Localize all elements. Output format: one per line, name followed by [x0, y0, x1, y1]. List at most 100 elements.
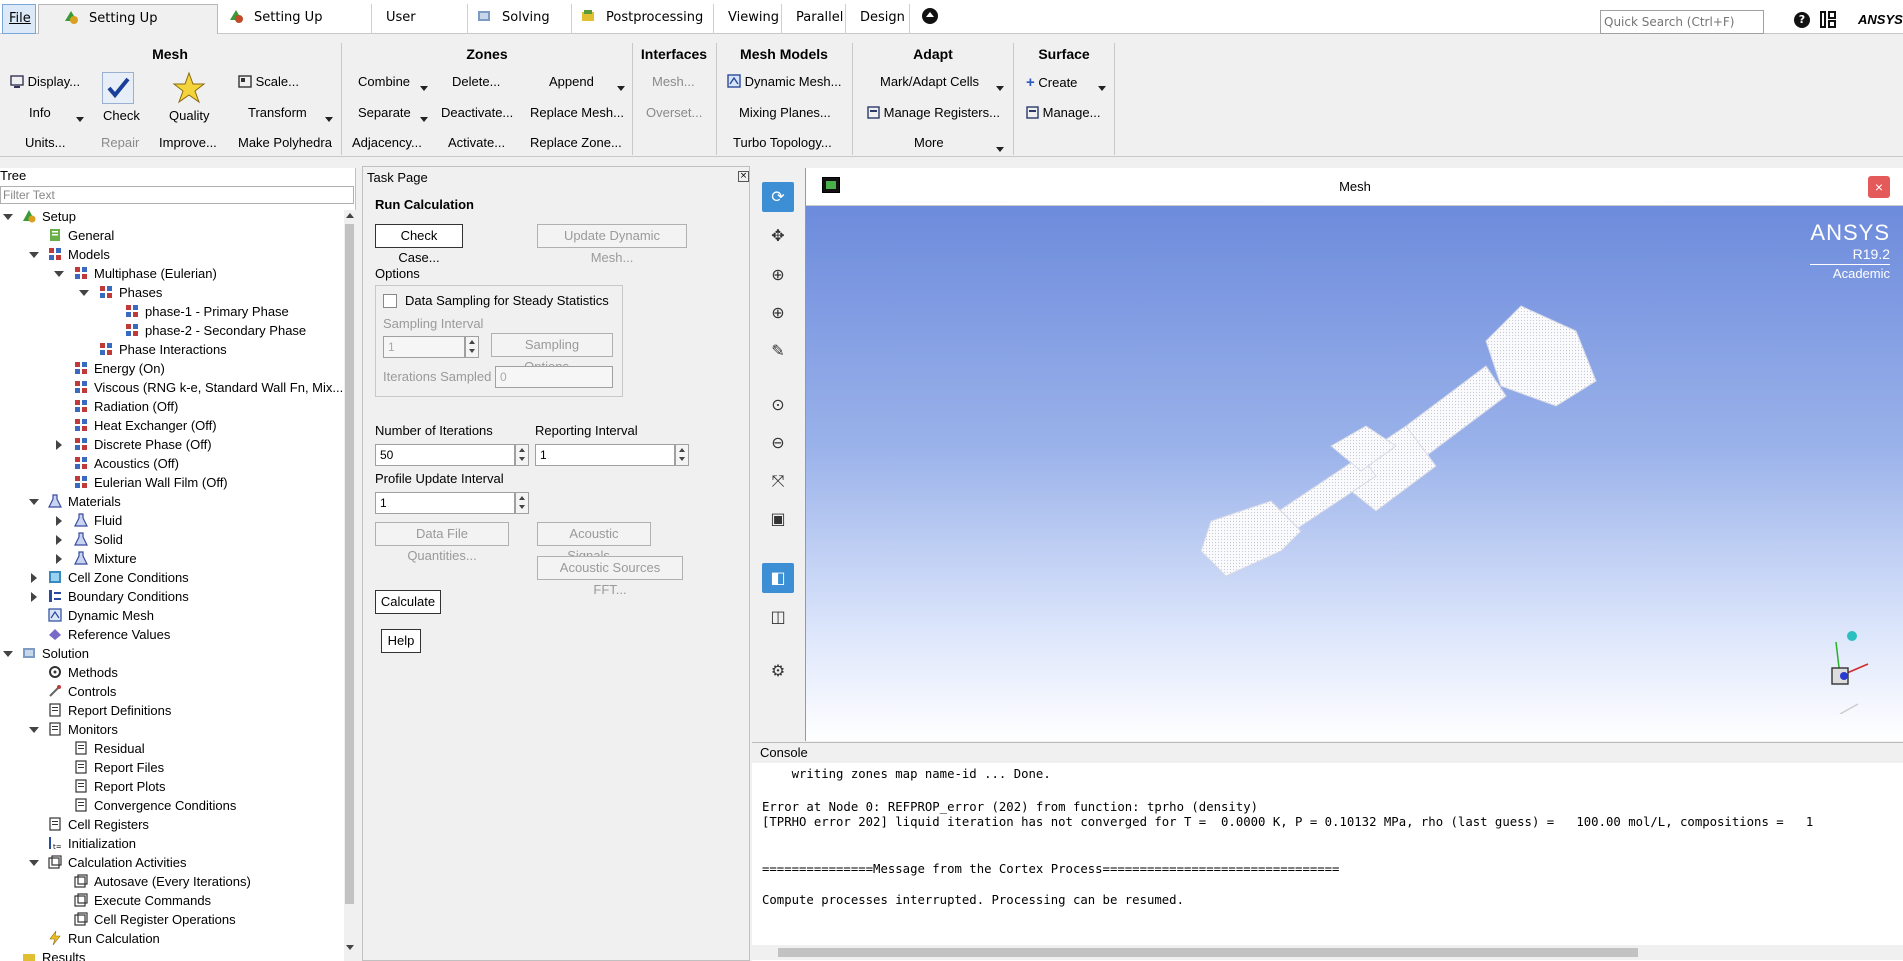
tree-scrollbar[interactable] — [344, 210, 356, 961]
overset-button[interactable]: Overset... — [646, 105, 702, 120]
collapse-toggle-icon[interactable] — [56, 516, 62, 526]
tab-solving[interactable]: Solving — [470, 4, 572, 34]
tree-node-cell-registers[interactable]: Cell Registers — [48, 815, 149, 834]
display-button[interactable]: Display... — [10, 74, 80, 89]
zoom-to-area-icon[interactable]: ⊕ — [762, 298, 794, 328]
units-button[interactable]: Units... — [25, 135, 65, 150]
collapse-toggle-icon[interactable] — [56, 535, 62, 545]
tree-node-models[interactable]: Models — [48, 245, 110, 264]
tree-node-phase-interactions[interactable]: Phase Interactions — [99, 340, 227, 359]
number-of-iterations-stepper[interactable] — [515, 444, 529, 466]
combine-dropdown-icon[interactable] — [420, 86, 428, 91]
filter-text-input[interactable]: Filter Text — [0, 186, 354, 204]
deactivate-button[interactable]: Deactivate... — [441, 105, 513, 120]
collapse-toggle-icon[interactable] — [31, 573, 37, 583]
expand-toggle-icon[interactable] — [29, 252, 39, 258]
combine-button[interactable]: Combine — [358, 74, 410, 89]
tree-node-methods[interactable]: Methods — [48, 663, 118, 682]
expand-toggle-icon[interactable] — [29, 860, 39, 866]
append-dropdown-icon[interactable] — [617, 86, 625, 91]
console-scroll-thumb[interactable] — [778, 948, 1638, 957]
mixing-planes-button[interactable]: Mixing Planes... — [739, 105, 831, 120]
manage-registers-button[interactable]: Manage Registers... — [867, 105, 1000, 120]
expand-toggle-icon[interactable] — [29, 727, 39, 733]
tree-node-energy[interactable]: Energy (On) — [74, 359, 165, 378]
acoustic-signals-button[interactable]: Acoustic Signals... — [537, 522, 651, 563]
update-dynamic-mesh-button[interactable]: Update Dynamic Mesh... — [537, 224, 687, 265]
probe-icon[interactable]: ✎ — [762, 336, 794, 366]
expand-toggle-icon[interactable] — [29, 499, 39, 505]
expand-toggle-icon[interactable] — [3, 214, 13, 220]
mark-adapt-dropdown-icon[interactable] — [996, 86, 1004, 91]
tree-node-discrete-phase[interactable]: Discrete Phase (Off) — [74, 435, 212, 454]
tree-node-viscous[interactable]: Viscous (RNG k-e, Standard Wall Fn, Mix.… — [74, 378, 343, 397]
adjacency-button[interactable]: Adjacency... — [352, 135, 422, 150]
surface-manage-button[interactable]: Manage... — [1026, 105, 1100, 120]
number-of-iterations-input[interactable]: 50 — [375, 444, 515, 466]
tree-node-execute-commands[interactable]: Execute Commands — [74, 891, 211, 910]
help-icon[interactable]: ? — [1794, 12, 1810, 28]
perspective-toggle-icon[interactable]: ◫ — [762, 602, 794, 632]
tab-viewing[interactable]: Viewing — [716, 4, 782, 34]
tree-node-run-calculation[interactable]: Run Calculation — [48, 929, 160, 948]
expand-toggle-icon[interactable] — [79, 290, 89, 296]
tree-node-dynamic-mesh[interactable]: Dynamic Mesh — [48, 606, 154, 625]
tree-node-phase-1[interactable]: phase-1 - Primary Phase — [125, 302, 289, 321]
graphics-viewport[interactable]: ANSYS R19.2 Academic — [806, 206, 1903, 741]
create-dropdown-icon[interactable] — [1098, 86, 1106, 91]
isometric-view-icon[interactable]: ⤧ — [762, 466, 794, 496]
tree-node-solution[interactable]: Solution — [22, 644, 89, 663]
tree-node-mixture[interactable]: Mixture — [74, 549, 137, 568]
transform-button[interactable]: Transform — [248, 105, 307, 120]
help-button[interactable]: Help — [381, 629, 421, 653]
expand-toggle-icon[interactable] — [3, 651, 13, 657]
improve-button[interactable]: Improve... — [159, 135, 217, 150]
profile-update-interval-stepper[interactable] — [515, 492, 529, 514]
info-button[interactable]: Info — [29, 105, 51, 120]
collapse-toggle-icon[interactable] — [56, 554, 62, 564]
tab-design[interactable]: Design — [848, 4, 910, 34]
tree-node-fluid[interactable]: Fluid — [74, 511, 122, 530]
tab-parallel[interactable]: Parallel — [784, 4, 846, 34]
separate-button[interactable]: Separate — [358, 105, 411, 120]
tree-node-solid[interactable]: Solid — [74, 530, 123, 549]
rotate-view-icon[interactable]: ⟳ — [762, 182, 794, 212]
mark-adapt-cells-button[interactable]: Mark/Adapt Cells — [880, 74, 979, 89]
info-dropdown-icon[interactable] — [76, 117, 84, 122]
sampling-interval-stepper[interactable] — [465, 336, 479, 358]
tree-node-results[interactable]: Results — [22, 948, 85, 961]
check-case-button[interactable]: Check Case... — [375, 224, 463, 265]
reporting-interval-input[interactable]: 1 — [535, 444, 675, 466]
file-menu[interactable]: File — [2, 4, 36, 34]
interfaces-mesh-button[interactable]: Mesh... — [652, 74, 695, 89]
tree-node-monitors[interactable]: Monitors — [48, 720, 118, 739]
sampling-interval-input[interactable]: 1 — [383, 336, 465, 358]
scroll-down-icon[interactable] — [346, 945, 354, 950]
tree-node-phases[interactable]: Phases — [99, 283, 162, 302]
separate-dropdown-icon[interactable] — [420, 117, 428, 122]
zoom-out-icon[interactable]: ⊖ — [762, 428, 794, 458]
surface-create-button[interactable]: + Create — [1026, 74, 1077, 91]
tree-node-convergence-conditions[interactable]: Convergence Conditions — [74, 796, 236, 815]
tree-node-reference-values[interactable]: Reference Values — [48, 625, 170, 644]
task-close-icon[interactable]: × — [738, 171, 749, 182]
tree-node-cell-register-operations[interactable]: Cell Register Operations — [74, 910, 236, 929]
transform-dropdown-icon[interactable] — [325, 117, 333, 122]
calculate-button[interactable]: Calculate — [375, 590, 441, 614]
repair-button[interactable]: Repair — [101, 135, 139, 150]
collapse-toggle-icon[interactable] — [31, 592, 37, 602]
tree-node-materials[interactable]: Materials — [48, 492, 121, 511]
more-button[interactable]: More — [914, 135, 944, 150]
tree-node-residual[interactable]: Residual — [74, 739, 145, 758]
tree-node-heat-exchanger[interactable]: Heat Exchanger (Off) — [74, 416, 217, 435]
zoom-in-out-icon[interactable]: ⊕ — [762, 260, 794, 290]
tree-node-report-files[interactable]: Report Files — [74, 758, 164, 777]
tab-setting-up-physics[interactable]: Setting Up Physics — [220, 4, 372, 53]
tree-node-phase-2[interactable]: phase-2 - Secondary Phase — [125, 321, 306, 340]
dynamic-mesh-button[interactable]: Dynamic Mesh... — [727, 74, 841, 89]
graphics-close-icon[interactable]: × — [1868, 176, 1890, 198]
scale-button[interactable]: Scale... — [238, 74, 299, 89]
tree-node-acoustics[interactable]: Acoustics (Off) — [74, 454, 179, 473]
orthographic-toggle-icon[interactable]: ◧ — [762, 563, 794, 593]
tab-setting-up-domain[interactable]: Setting Up Domain — [38, 4, 218, 54]
